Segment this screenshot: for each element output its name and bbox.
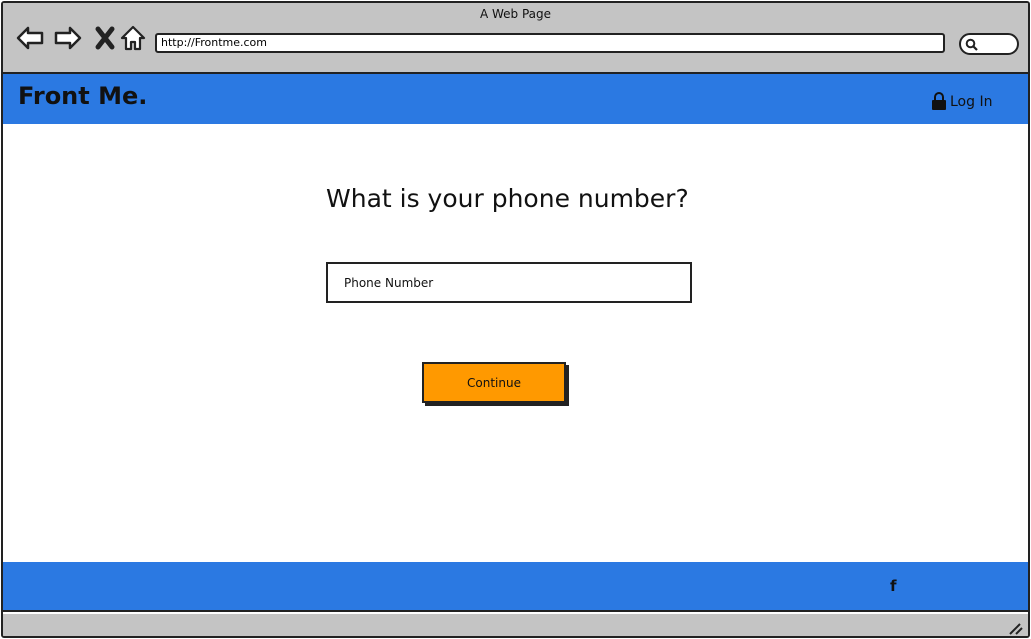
main-content: What is your phone number? Continue (3, 124, 1028, 562)
search-icon (965, 38, 978, 51)
brand-logo[interactable]: Front Me. (18, 82, 147, 110)
url-bar[interactable]: http://Frontme.com (155, 33, 945, 53)
facebook-icon[interactable]: f (890, 577, 897, 595)
back-arrow-icon[interactable] (15, 23, 45, 53)
browser-window: A Web Page http://Frontme.com Front Me. … (1, 1, 1030, 638)
close-x-icon[interactable] (91, 23, 121, 53)
phone-number-input[interactable] (326, 262, 692, 303)
browser-search[interactable] (959, 33, 1019, 55)
browser-chrome: A Web Page http://Frontme.com (3, 3, 1028, 74)
lock-icon (932, 92, 946, 110)
continue-button[interactable]: Continue (422, 362, 566, 403)
site-header: Front Me. Log In (3, 74, 1028, 124)
site-footer: f (3, 562, 1028, 612)
page-title: What is your phone number? (326, 184, 689, 213)
window-title: A Web Page (479, 7, 552, 21)
login-label: Log In (950, 93, 993, 110)
login-link[interactable]: Log In (931, 92, 992, 111)
browser-status-bar (3, 614, 1028, 636)
resize-handle-icon[interactable] (1006, 618, 1024, 636)
home-icon[interactable] (118, 23, 148, 53)
forward-arrow-icon[interactable] (53, 23, 83, 53)
